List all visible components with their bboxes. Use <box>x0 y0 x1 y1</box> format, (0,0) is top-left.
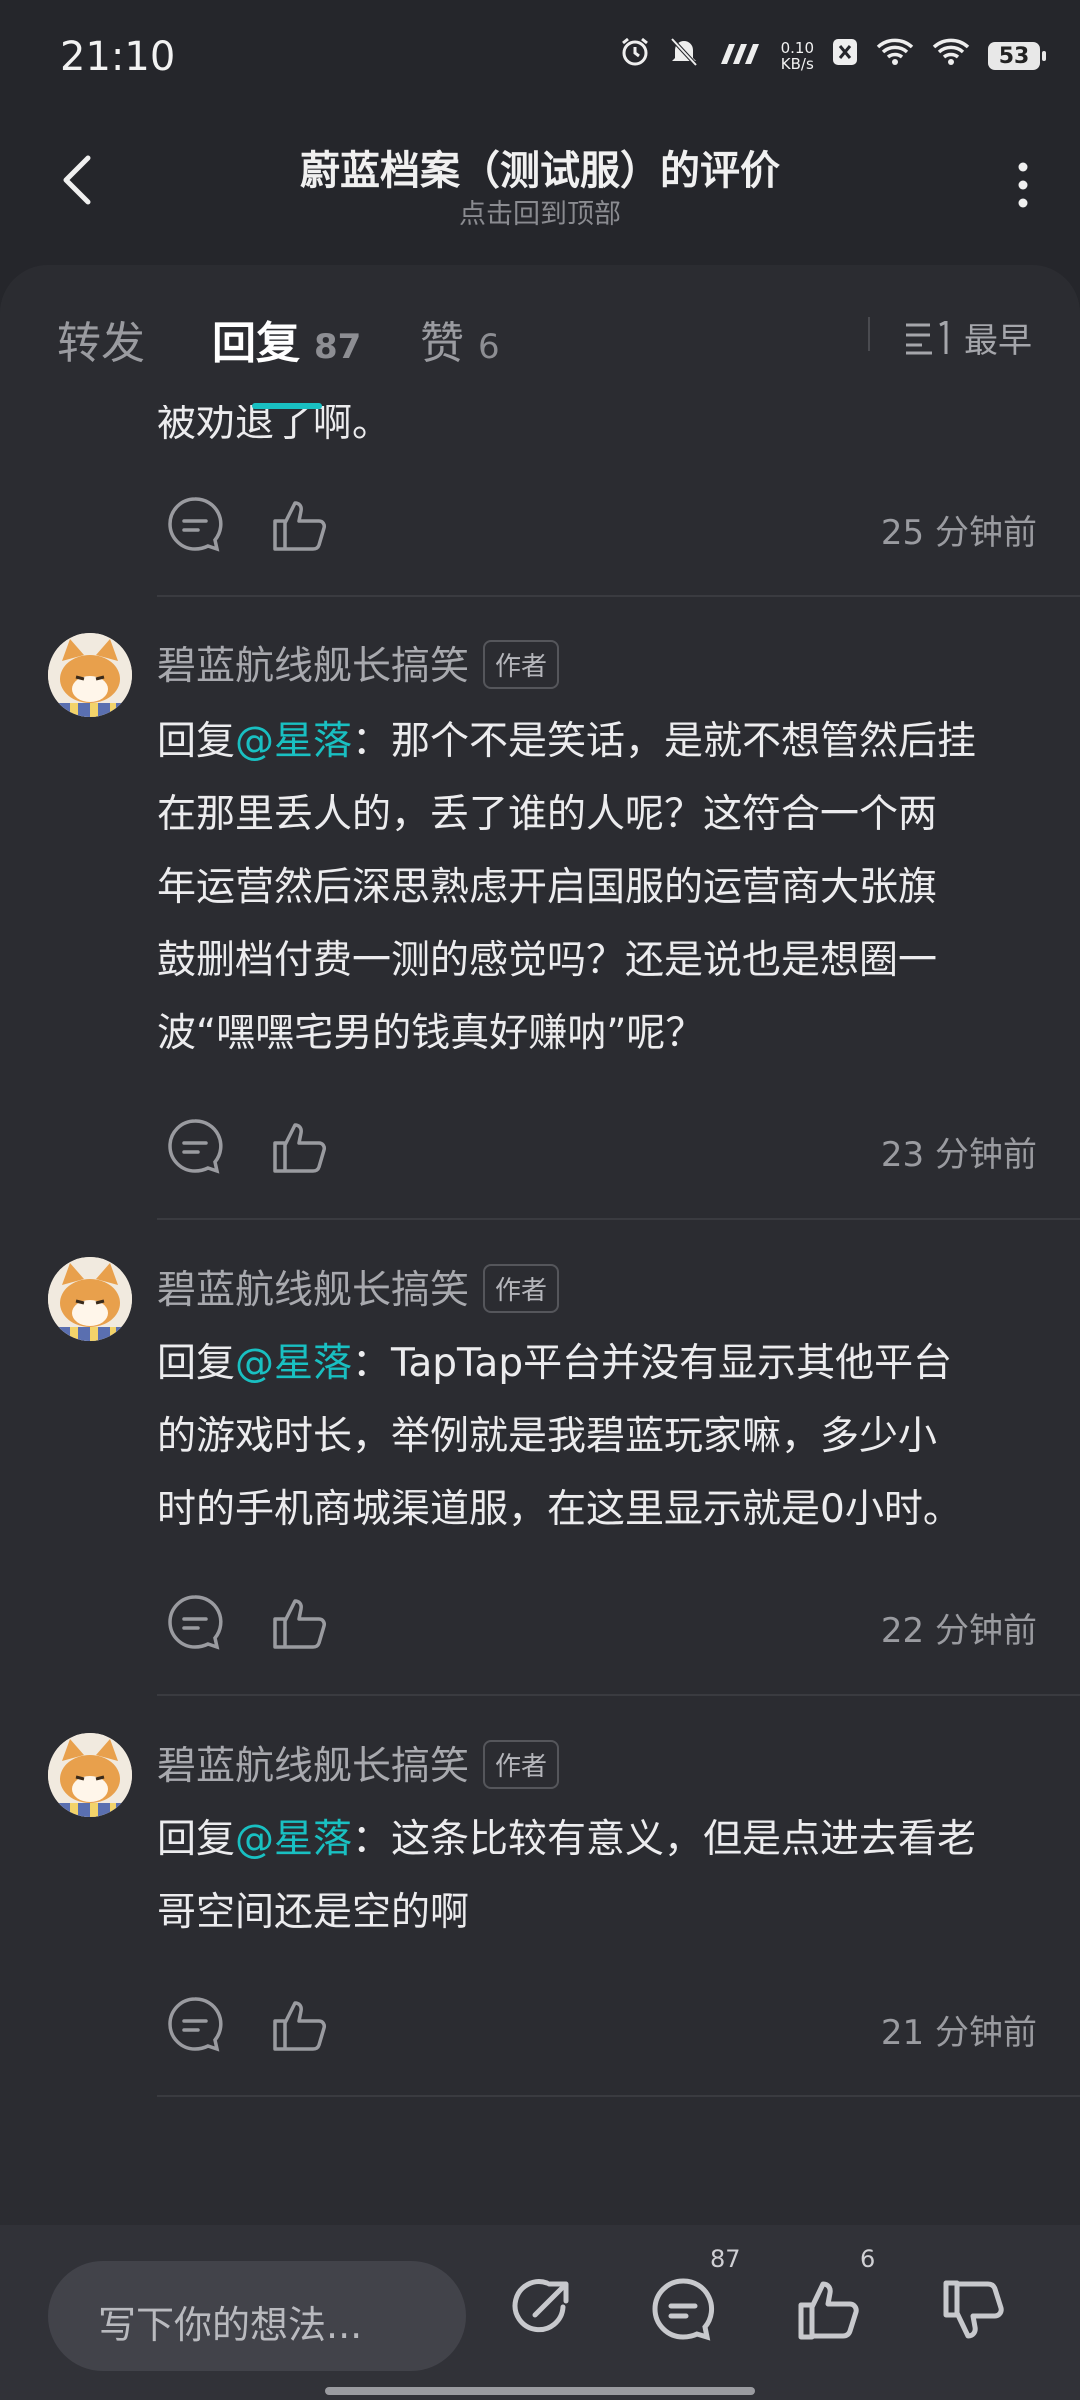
divider <box>868 317 870 351</box>
reply-time: 21 分钟前 <box>880 2013 1037 2053</box>
net-speed: 0.10 KB/s <box>780 39 814 73</box>
comment-icon <box>168 1595 223 1650</box>
like-icon <box>273 1599 326 1649</box>
alarm-icon <box>619 36 651 76</box>
mention-link[interactable]: @星落 <box>235 719 352 764</box>
sort-button[interactable]: 最早 <box>904 313 1032 362</box>
reply-time: 23 分钟前 <box>880 1135 1037 1175</box>
like-icon <box>273 501 326 551</box>
comment-button[interactable] <box>163 1115 227 1179</box>
dislike-icon <box>943 2280 1004 2339</box>
mention-link[interactable]: @星落 <box>235 1341 352 1386</box>
like-count: 6 <box>860 2245 876 2273</box>
status-icons: 0.10 KB/s 53 <box>619 36 1046 76</box>
comment-icon <box>652 2278 714 2341</box>
author-badge: 作者 <box>483 1264 560 1313</box>
share-button[interactable] <box>505 2275 575 2345</box>
like-icon <box>273 1123 326 1173</box>
bottom-action-bar: 写下你的想法... 87 6 <box>0 2225 1080 2400</box>
like-button[interactable] <box>269 1993 333 2057</box>
wifi-icon <box>932 38 970 74</box>
signal-icon <box>717 39 763 74</box>
reply-time: 25 分钟前 <box>880 513 1037 553</box>
home-indicator[interactable] <box>325 2387 755 2395</box>
mention-link[interactable]: @星落 <box>235 1817 352 1862</box>
reply-actions: 25 分钟前 <box>157 493 1037 563</box>
mute-icon <box>669 36 699 76</box>
nfc-icon <box>832 38 858 74</box>
scroll-to-top-hint[interactable]: 点击回到顶部 <box>0 192 1080 231</box>
reply-text: 回复@星落：这条比较有意义，但是点进去看老 哥空间还是空的啊 <box>157 1817 977 1935</box>
username[interactable]: 碧蓝航线舰长搞笑 作者 <box>157 635 560 693</box>
comment-button[interactable] <box>163 493 227 557</box>
battery-icon: 53 <box>988 42 1046 70</box>
page-header: 蔚蓝档案（测试服）的评价 点击回到顶部 <box>0 120 1080 260</box>
username[interactable]: 碧蓝航线舰长搞笑 作者 <box>157 1735 560 1793</box>
like-icon <box>273 2001 326 2051</box>
divider <box>157 1218 1080 1220</box>
comment-icon <box>168 1119 223 1174</box>
comment-button[interactable] <box>163 1591 227 1655</box>
avatar[interactable] <box>48 633 132 717</box>
fox-avatar-icon <box>48 1733 132 1817</box>
tab-replies[interactable]: 回复 87 <box>212 307 361 371</box>
dislike-button[interactable] <box>940 2275 1010 2345</box>
more-button[interactable] <box>1008 155 1038 215</box>
divider <box>157 2095 1080 2097</box>
status-time: 21:10 <box>60 34 176 80</box>
fox-avatar-icon <box>48 633 132 717</box>
share-icon <box>512 2279 569 2333</box>
comment-button[interactable] <box>163 1993 227 2057</box>
like-button[interactable] <box>795 2275 865 2345</box>
more-icon <box>1018 162 1028 208</box>
tab-reposts[interactable]: 转发 <box>57 307 145 371</box>
author-badge: 作者 <box>483 1740 560 1789</box>
wifi-icon <box>876 38 914 74</box>
reply-panel: 转发 回复 87 赞6 最早 被劝退了啊。 25 分钟前 碧蓝航线舰长搞笑 作者… <box>0 265 1080 2225</box>
comment-icon <box>168 497 223 552</box>
tab-likes[interactable]: 赞6 <box>420 307 500 371</box>
like-icon <box>798 2281 859 2340</box>
avatar[interactable] <box>48 1257 132 1341</box>
like-button[interactable] <box>269 493 333 557</box>
comment-icon <box>168 1997 223 2052</box>
comments-button[interactable] <box>648 2275 718 2345</box>
reply-actions: 21 分钟前 <box>157 1993 1037 2063</box>
tab-bar: 转发 回复 87 赞6 最早 <box>0 265 1080 405</box>
username[interactable]: 碧蓝航线舰长搞笑 作者 <box>157 1259 560 1317</box>
author-badge: 作者 <box>483 640 560 689</box>
avatar[interactable] <box>48 1733 132 1817</box>
like-button[interactable] <box>269 1591 333 1655</box>
divider <box>157 1694 1080 1696</box>
sort-icon <box>906 320 948 354</box>
reply-text: 回复@星落：TapTap平台并没有显示其他平台 的游戏时长，举例就是我碧蓝玩家嘛… <box>157 1341 962 1532</box>
fox-avatar-icon <box>48 1257 132 1341</box>
reply-time: 22 分钟前 <box>880 1611 1037 1651</box>
reply-actions: 22 分钟前 <box>157 1591 1037 1661</box>
reply-actions: 23 分钟前 <box>157 1115 1037 1185</box>
like-button[interactable] <box>269 1115 333 1179</box>
divider <box>157 595 1080 597</box>
page-title[interactable]: 蔚蓝档案（测试服）的评价 <box>0 138 1080 196</box>
reply-text: 回复@星落：那个不是笑话，是就不想管然后挂 在那里丢人的，丢了谁的人呢？这符合一… <box>157 719 977 1056</box>
status-bar: 21:10 0.10 KB/s 53 <box>0 0 1080 120</box>
reply-input[interactable]: 写下你的想法... <box>48 2261 466 2371</box>
active-tab-indicator <box>252 403 322 409</box>
comment-count: 87 <box>710 2245 741 2273</box>
